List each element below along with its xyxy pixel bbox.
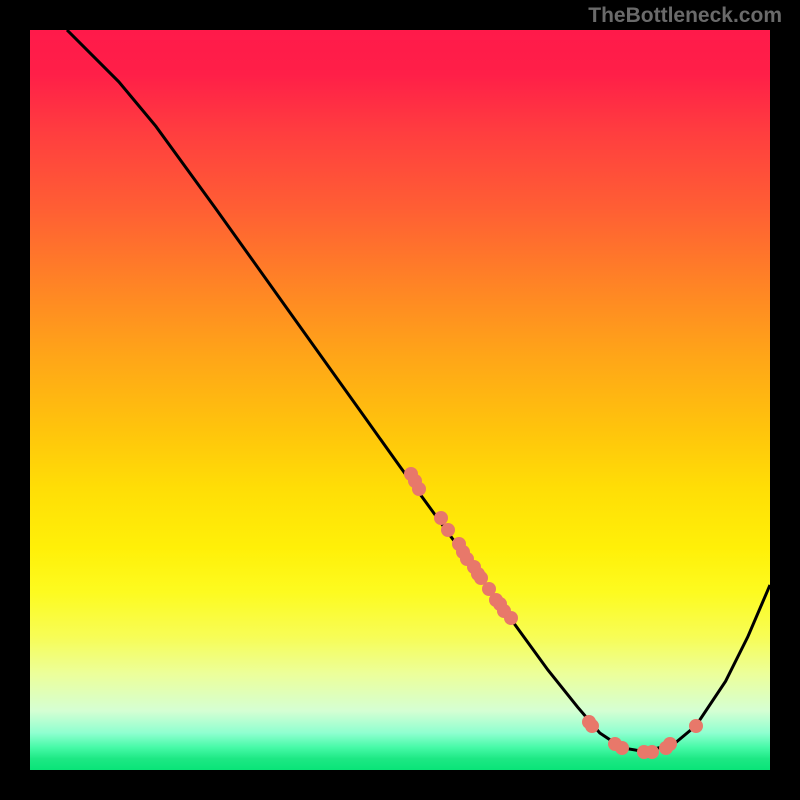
watermark-text: TheBottleneck.com [588,4,782,28]
data-point [585,719,599,733]
data-point [663,737,677,751]
chart-plot-area [30,30,770,770]
data-point [504,611,518,625]
data-point [615,741,629,755]
data-point [412,482,426,496]
data-point [645,745,659,759]
curve-line [30,30,770,770]
data-point [689,719,703,733]
data-point [441,523,455,537]
